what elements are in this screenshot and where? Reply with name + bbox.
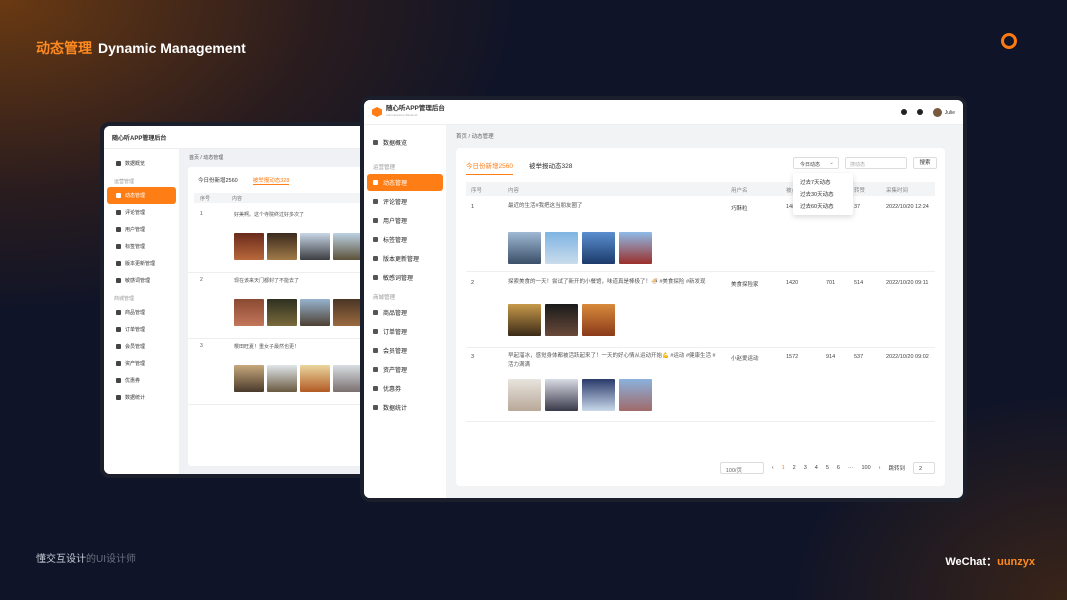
ring-icon bbox=[1001, 33, 1017, 49]
sidebar-item-dynamic[interactable]: 动态管理 bbox=[367, 174, 443, 191]
dropdown-option[interactable]: 过去30天动态 bbox=[800, 189, 846, 201]
row-photos[interactable] bbox=[508, 304, 615, 336]
page-2[interactable]: 2 bbox=[793, 465, 796, 471]
sidebar-item-assets[interactable]: 资产管理 bbox=[367, 361, 443, 378]
breadcrumb: 首页 / 动态管理 bbox=[456, 134, 494, 140]
page-5[interactable]: 5 bbox=[826, 465, 829, 471]
back-sidebar-item[interactable]: 用户管理 bbox=[107, 221, 176, 238]
back-sidebar-item[interactable]: 动态管理 bbox=[107, 187, 176, 204]
tab-today-new[interactable]: 今日份新增2560 bbox=[466, 160, 513, 175]
back-sidebar: 数据概览 运营管理 动态管理 评论管理 用户管理 标签管理 版本更新管理 敏感词… bbox=[104, 149, 179, 474]
page-ellipsis[interactable]: ··· bbox=[848, 465, 854, 471]
page-size-select[interactable]: 100/页 bbox=[719, 462, 764, 474]
dropdown-option[interactable]: 过去60天动态 bbox=[800, 201, 846, 213]
table-row: 1 好美啊。这个寺院终过好多次了 bbox=[188, 207, 386, 273]
sidebar-item-products[interactable]: 商品管理 bbox=[367, 304, 443, 321]
back-sidebar-item[interactable]: 会员管理 bbox=[107, 338, 176, 355]
back-sidebar-item[interactable]: 资产管理 bbox=[107, 355, 176, 372]
row-photos[interactable] bbox=[508, 232, 652, 264]
pagination: 100/页 ‹ 1 2 3 4 5 6 ··· 100 › 跳转到 2 bbox=[719, 462, 935, 474]
back-breadcrumb: 首页 / 动态管理 bbox=[189, 155, 224, 161]
back-sidebar-item[interactable]: 订单管理 bbox=[107, 321, 176, 338]
table-header: 序号 内容 用户名 被点赞 评论 转赞 采集时间 bbox=[466, 182, 935, 196]
period-dropdown: 过去7天动态 过去30天动态 过去60天动态 bbox=[793, 173, 853, 215]
back-sidebar-group: 运营管理 bbox=[114, 179, 135, 185]
footer-left: 懂交互设计的UI设计师 bbox=[36, 554, 136, 565]
sidebar-item-versions[interactable]: 版本更新管理 bbox=[367, 250, 443, 267]
sidebar-item-sensitive[interactable]: 敏感词管理 bbox=[367, 269, 443, 286]
sidebar-item-comments[interactable]: 评论管理 bbox=[367, 193, 443, 210]
back-tab-reported[interactable]: 被举报动态328 bbox=[252, 176, 290, 185]
page-3[interactable]: 3 bbox=[804, 465, 807, 471]
page-6[interactable]: 6 bbox=[837, 465, 840, 471]
back-sidebar-item[interactable]: 评论管理 bbox=[107, 204, 176, 221]
sidebar-item-coupons[interactable]: 优惠券 bbox=[367, 380, 443, 397]
front-device-mockup: 随心听APP管理后台 Administrative Backend Julie 数… bbox=[360, 96, 967, 502]
back-tab-today[interactable]: 今日份新增2560 bbox=[198, 176, 238, 185]
search-input[interactable]: 搜动态 bbox=[845, 157, 907, 169]
back-sidebar-item[interactable]: 版本更新管理 bbox=[107, 255, 176, 272]
table-row: 3 早起溜冰，感觉身体都被活跃起来了！一天的好心情从运动开始💪 #运动 #健康生… bbox=[466, 348, 935, 422]
user-menu[interactable]: Julie bbox=[932, 107, 955, 117]
sidebar-item-members[interactable]: 会员管理 bbox=[367, 342, 443, 359]
back-app-title: 随心听APP管理后台 bbox=[104, 126, 386, 149]
period-select[interactable]: 今日动态 bbox=[793, 157, 839, 169]
next-page-button[interactable]: › bbox=[879, 465, 881, 471]
user-name: Julie bbox=[944, 109, 955, 116]
page-header: 动态管理 Dynamic Management bbox=[36, 38, 246, 58]
back-sidebar-overview[interactable]: 数据概览 bbox=[107, 155, 176, 172]
table-row: 1 最近的生活#我把这当朋友圈了 巧酥粒 1483 37 2022/10/20 … bbox=[466, 196, 935, 272]
prev-page-button[interactable]: ‹ bbox=[772, 465, 774, 471]
back-sidebar-item[interactable]: 数据统计 bbox=[107, 389, 176, 406]
app-subtitle: Administrative Backend bbox=[386, 113, 418, 117]
page-1[interactable]: 1 bbox=[782, 465, 785, 471]
back-sidebar-item[interactable]: 商品管理 bbox=[107, 304, 176, 321]
table-row: 2 探索美食的一天！尝试了新开的小餐馆，味道真是棒极了！🍜 #美食探险 #新发现… bbox=[466, 272, 935, 348]
content-card: 今日份新增2560 被举报动态328 今日动态 搜动态 搜索 过去7天动态 过去3… bbox=[456, 148, 945, 486]
jump-input[interactable]: 2 bbox=[913, 462, 935, 474]
breadcrumb-current: 动态管理 bbox=[471, 134, 494, 140]
sidebar-item-overview[interactable]: 数据概览 bbox=[367, 134, 443, 151]
bell-icon[interactable] bbox=[900, 109, 907, 115]
table-row: 2 现在该来天门都封了不能去了 bbox=[188, 273, 386, 339]
sidebar-item-stats[interactable]: 数据统计 bbox=[367, 399, 443, 416]
tab-reported[interactable]: 被举报动态328 bbox=[529, 160, 572, 175]
avatar bbox=[932, 107, 942, 117]
app-title: 随心听APP管理后台 bbox=[386, 105, 445, 112]
jump-label: 跳转到 bbox=[888, 466, 905, 472]
sidebar-item-tags[interactable]: 标签管理 bbox=[367, 231, 443, 248]
breadcrumb-home[interactable]: 首页 bbox=[456, 134, 467, 140]
header-title-cn: 动态管理 bbox=[36, 40, 92, 56]
sidebar: 数据概览 运营管理 动态管理 评论管理 用户管理 标签管理 版本更新管理 敏感词… bbox=[364, 125, 446, 498]
sidebar-group-mall: 商城管理 bbox=[373, 295, 396, 301]
back-sidebar-item[interactable]: 优惠券 bbox=[107, 372, 176, 389]
back-device-mockup: 随心听APP管理后台 数据概览 运营管理 动态管理 评论管理 用户管理 标签管理… bbox=[100, 122, 390, 478]
table-row: 3 樱田旺夏！重女子最然也更！ bbox=[188, 339, 386, 405]
back-sidebar-group: 商城管理 bbox=[114, 296, 135, 302]
top-bar: 随心听APP管理后台 Administrative Backend Julie bbox=[364, 100, 963, 125]
gear-icon[interactable] bbox=[916, 109, 923, 115]
sidebar-item-users[interactable]: 用户管理 bbox=[367, 212, 443, 229]
back-sidebar-item[interactable]: 敏感词管理 bbox=[107, 272, 176, 289]
dropdown-option[interactable]: 过去7天动态 bbox=[800, 177, 846, 189]
back-table-header: 序号 内容 bbox=[194, 193, 380, 203]
search-button[interactable]: 搜索 bbox=[913, 157, 937, 169]
row-photos[interactable] bbox=[508, 379, 652, 411]
page-100[interactable]: 100 bbox=[861, 465, 870, 471]
header-title-en: Dynamic Management bbox=[98, 40, 246, 56]
page-4[interactable]: 4 bbox=[815, 465, 818, 471]
app-logo-icon bbox=[372, 107, 382, 117]
sidebar-group-ops: 运营管理 bbox=[373, 165, 396, 171]
back-sidebar-item[interactable]: 标签管理 bbox=[107, 238, 176, 255]
footer-right: WeChat：uunzyx bbox=[945, 556, 1035, 568]
sidebar-item-orders[interactable]: 订单管理 bbox=[367, 323, 443, 340]
